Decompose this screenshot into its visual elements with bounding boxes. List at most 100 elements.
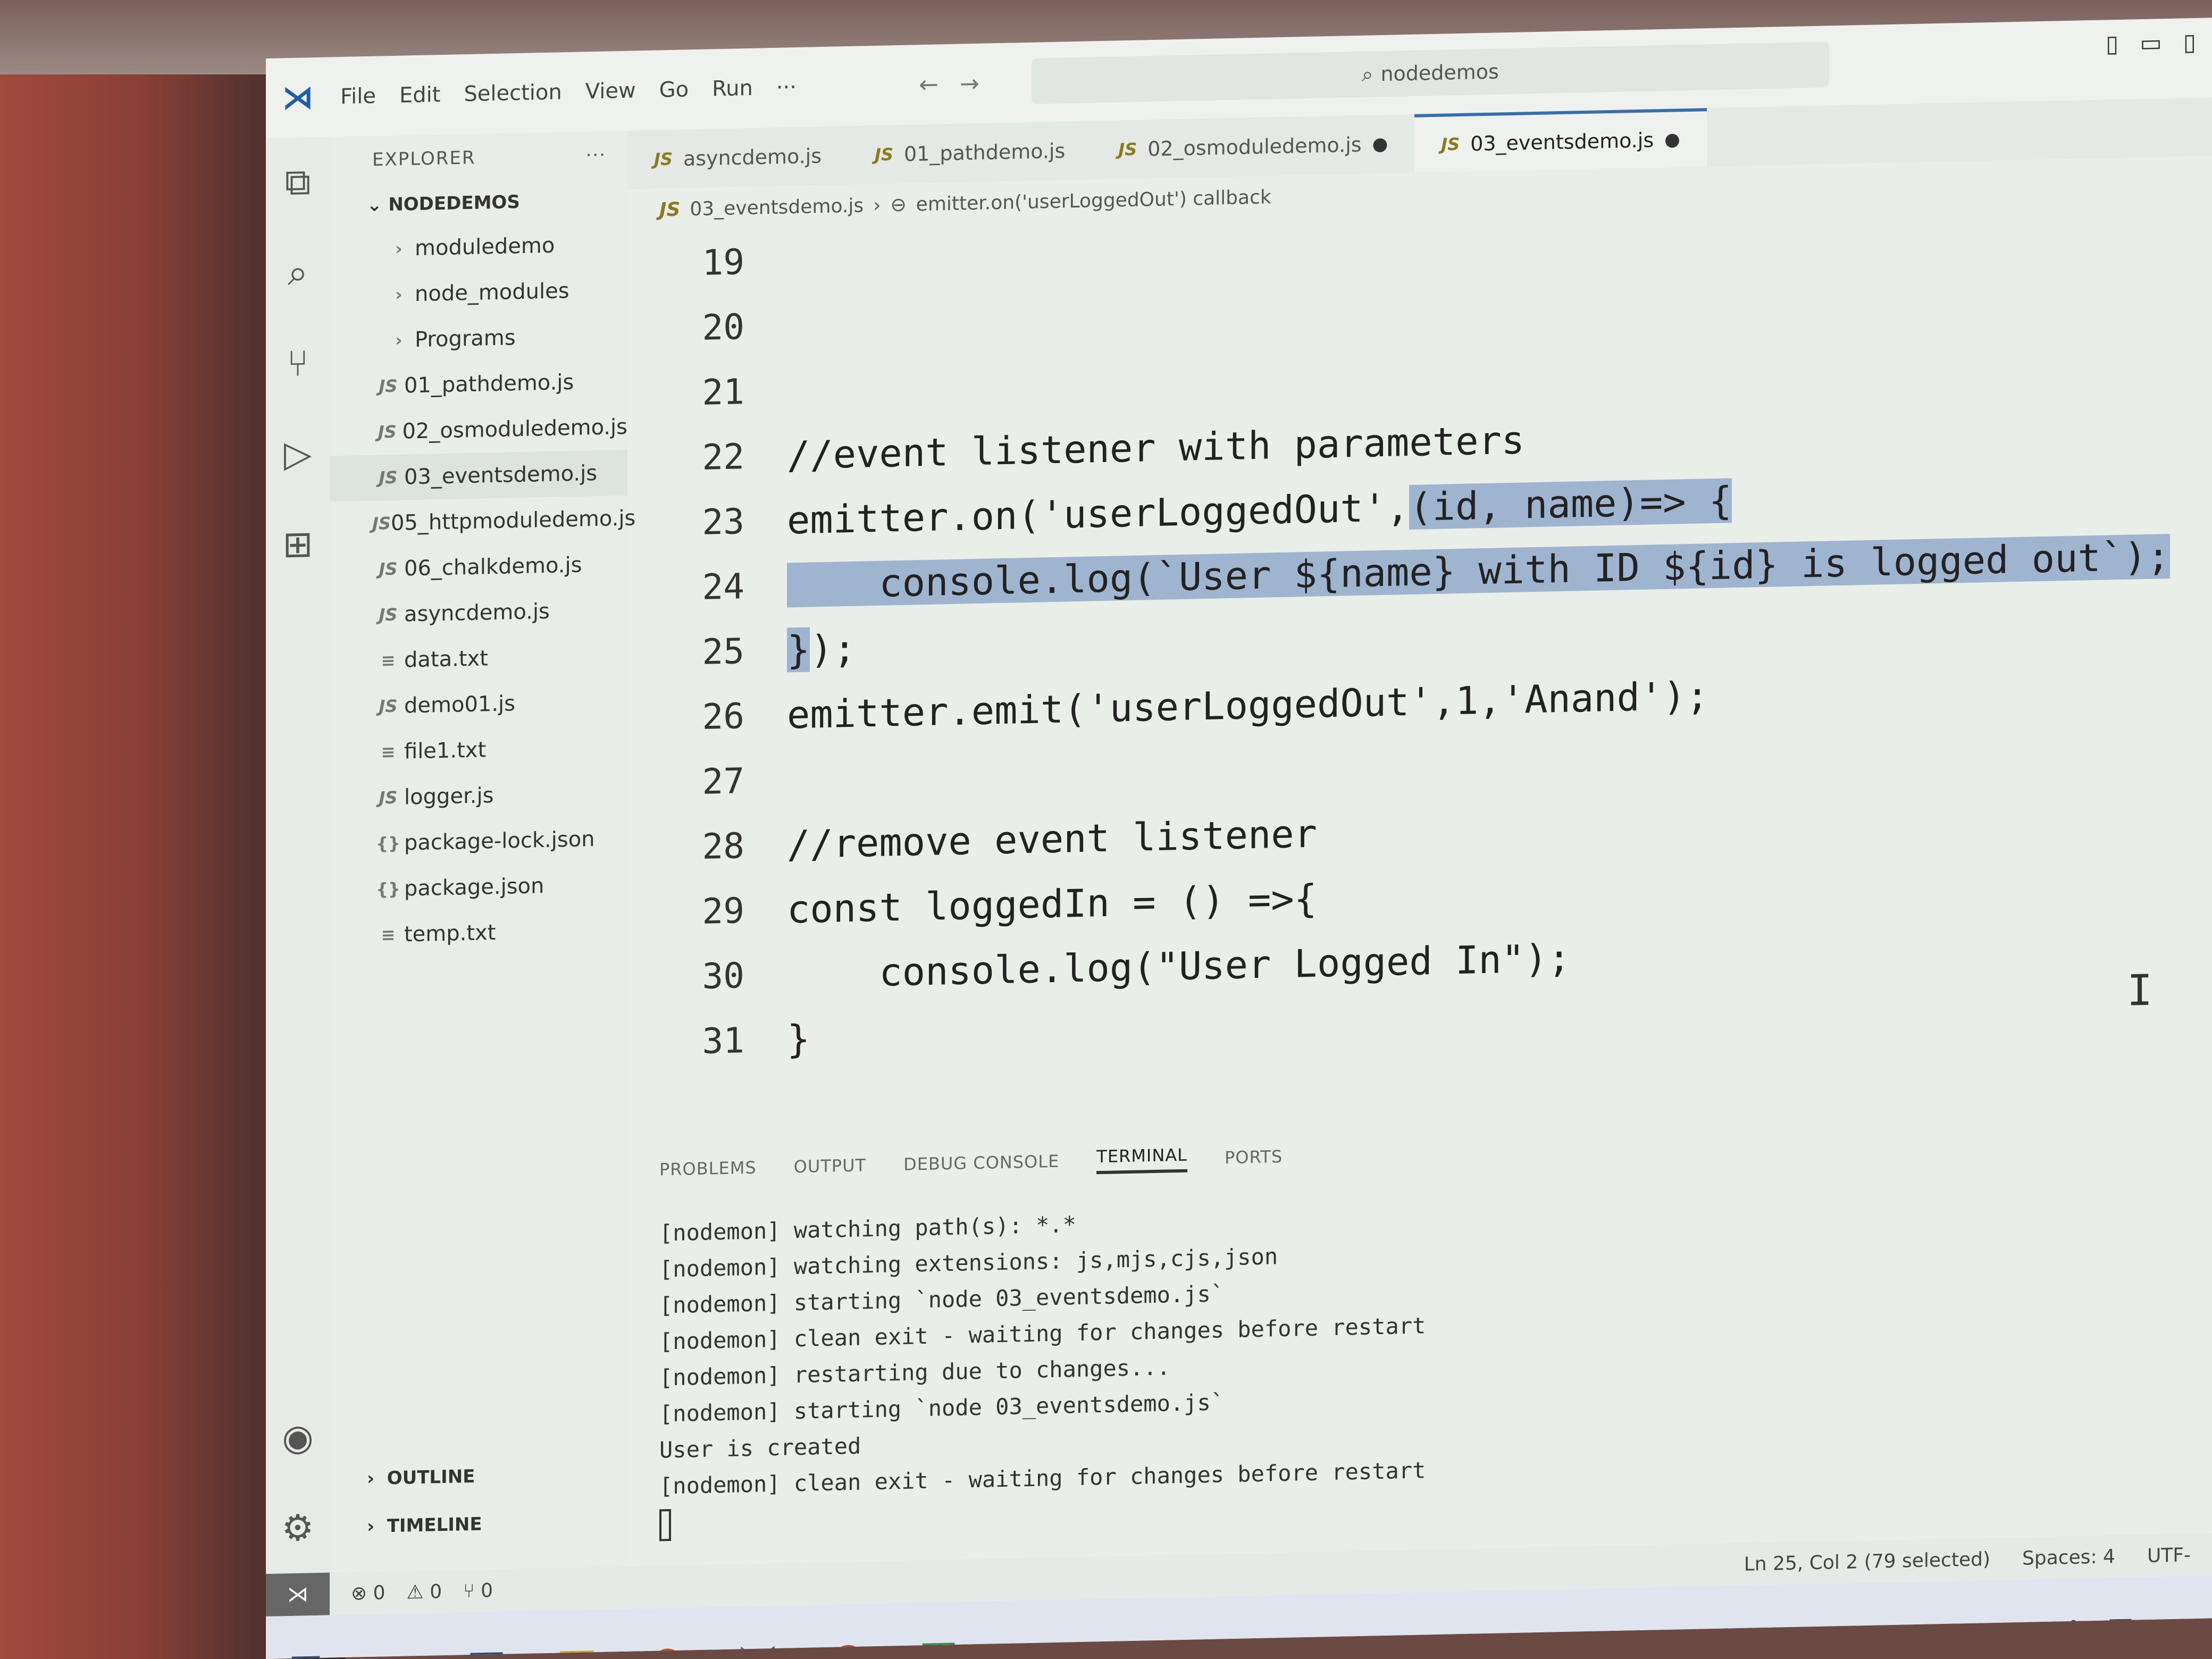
layout-controls: ▯ ▭ ▯ — [2106, 29, 2196, 58]
globe-icon[interactable]: ⊕ — [2155, 1612, 2180, 1647]
menu-view[interactable]: View — [585, 78, 636, 104]
js-file-icon: JS — [379, 604, 398, 625]
code-text: //event listener with parameters — [787, 417, 1525, 478]
explorer-more-button[interactable]: ··· — [586, 145, 606, 166]
extensions-icon[interactable]: ⊞ — [266, 498, 330, 590]
line-number: 26 — [702, 695, 744, 738]
tree-item[interactable]: JS 01_pathdemo.js — [330, 358, 627, 410]
terminal[interactable]: [nodemon] watching path(s): *.* [nodemon]… — [627, 1161, 2212, 1541]
menu-selection[interactable]: Selection — [464, 80, 562, 106]
outline-section[interactable]: › OUTLINE — [330, 1449, 627, 1504]
tree-item[interactable]: JS logger.js — [330, 770, 627, 822]
forward-arrow-icon[interactable]: → — [960, 70, 979, 97]
folder-header[interactable]: ⌄ NODEDEMOS — [330, 179, 627, 228]
tree-item[interactable]: JS 05_httpmoduledemo.js — [330, 496, 635, 548]
panel-tab-terminal[interactable]: TERMINAL — [1096, 1144, 1187, 1175]
search-icon: ⌕ — [1362, 62, 1373, 86]
menu-file[interactable]: File — [340, 84, 376, 109]
tree-item[interactable]: {} package-lock.json — [330, 816, 627, 868]
menu-run[interactable]: Run — [712, 76, 753, 102]
vscode-icon[interactable]: ⋊ — [728, 1629, 787, 1659]
start-icon[interactable]: ⊞ — [276, 1639, 335, 1659]
chevron-right-icon: › — [367, 1515, 387, 1538]
file-explorer-icon[interactable]: ▆ — [548, 1633, 606, 1659]
status-ports[interactable]: ⑂ 0 — [463, 1580, 493, 1602]
source-control-icon[interactable]: ⑂ — [266, 317, 330, 409]
tree-item[interactable]: JS 02_osmoduledemo.js — [330, 404, 627, 456]
tree-item[interactable]: ≡ file1.txt — [330, 724, 627, 776]
tab-03_eventsdemo-js[interactable]: JS 03_eventsdemo.js ● — [1414, 108, 1707, 173]
breadcrumb-file[interactable]: 03_eventsdemo.js — [690, 195, 864, 220]
menu-bar: File Edit Selection View Go Run ··· — [340, 75, 797, 109]
tree-item-label: 01_pathdemo.js — [404, 370, 574, 398]
panel-tab-debug-console[interactable]: DEBUG CONSOLE — [903, 1151, 1059, 1175]
code-text: //remove event listener — [787, 811, 1317, 867]
line-number: 22 — [702, 435, 744, 478]
command-center-search[interactable]: ⌕ nodedemos — [1032, 41, 1829, 104]
js-file-icon: JS — [875, 144, 893, 165]
tree-item[interactable]: › node_modules — [330, 267, 627, 319]
run-debug-icon[interactable]: ▷ — [266, 408, 330, 500]
tab-label: 01_pathdemo.js — [904, 139, 1066, 166]
panel-tab-problems[interactable]: PROBLEMS — [659, 1158, 757, 1180]
code-editor[interactable]: 19 20 21 22 //event listener with parameters… — [627, 198, 2212, 1146]
code-text: ); — [810, 626, 857, 672]
gear-icon[interactable]: ⚙ — [266, 1482, 330, 1574]
json-file-icon: {} — [376, 833, 400, 854]
text-cursor-icon: I — [2127, 965, 2153, 1016]
tree-item[interactable]: JS asyncdemo.js — [330, 587, 627, 639]
tree-item[interactable]: JS 03_eventsdemo.js — [330, 449, 627, 502]
tree-item-label: asyncdemo.js — [404, 599, 550, 627]
vscode-logo-icon: ⋊ — [282, 79, 314, 117]
search-icon[interactable]: ⌕ — [266, 227, 330, 319]
explorer-icon[interactable]: ⧉ — [266, 137, 330, 229]
status-indentation[interactable]: Spaces: 4 — [2022, 1546, 2115, 1570]
tree-item-label: Programs — [415, 325, 516, 353]
line-number: 31 — [702, 1019, 744, 1062]
breadcrumb-symbol[interactable]: emitter.on('userLoggedOut') callback — [916, 186, 1271, 215]
tree-item[interactable]: ≡ data.txt — [330, 633, 627, 685]
tree-item[interactable]: JS 06_chalkdemo.js — [330, 541, 627, 593]
chevron-right-icon: › — [367, 1468, 387, 1490]
app-icon[interactable]: ◐ — [819, 1628, 877, 1659]
menu-edit[interactable]: Edit — [399, 82, 440, 108]
toggle-secondary-sidebar-icon[interactable]: ▯ — [2183, 29, 2196, 56]
task-view-icon[interactable]: ▥ — [457, 1635, 516, 1659]
unsaved-dot-icon[interactable]: ● — [1372, 133, 1388, 155]
projected-screen: ⋊ File Edit Selection View Go Run ··· ← … — [266, 18, 2212, 1659]
tree-item[interactable]: JS demo01.js — [330, 678, 627, 731]
timeline-section[interactable]: › TIMELINE — [330, 1497, 627, 1552]
status-warnings[interactable]: ⚠ 0 — [407, 1581, 442, 1603]
search-icon[interactable]: ⌕ — [367, 1637, 425, 1659]
status-encoding[interactable]: UTF- — [2147, 1544, 2191, 1567]
js-file-icon: JS — [379, 696, 398, 717]
menu-more[interactable]: ··· — [776, 75, 797, 100]
tree-item[interactable]: › moduledemo — [330, 221, 627, 273]
status-errors[interactable]: ⊗ 0 — [351, 1582, 386, 1604]
app-icon[interactable]: ▤ — [909, 1626, 968, 1659]
tree-item[interactable]: {} package.json — [330, 861, 627, 914]
account-icon[interactable]: ◉ — [266, 1392, 330, 1484]
nav-arrows: ← → — [919, 70, 979, 98]
code-text: console.log("User Logged In"); — [787, 935, 1571, 997]
tree-item[interactable]: ≡ temp.txt — [330, 907, 627, 959]
chrome-icon[interactable]: ◎ — [638, 1631, 697, 1659]
toggle-sidebar-icon[interactable]: ▯ — [2106, 30, 2118, 58]
menu-go[interactable]: Go — [659, 77, 689, 102]
back-arrow-icon[interactable]: ← — [919, 71, 939, 98]
tab-01_pathdemo-js[interactable]: JS 01_pathdemo.js — [848, 121, 1092, 185]
tab-asyncdemo-js[interactable]: JS asyncdemo.js — [627, 126, 848, 189]
tab-label: asyncdemo.js — [683, 144, 822, 171]
unsaved-dot-icon[interactable]: ● — [1664, 129, 1680, 150]
tab-02_osmoduledemo-js[interactable]: JS 02_osmoduledemo.js ● — [1092, 114, 1414, 180]
network-icon[interactable]: ☰ — [2107, 1613, 2134, 1648]
chevron-up-icon[interactable]: ^ — [2061, 1614, 2086, 1649]
toggle-panel-icon[interactable]: ▭ — [2140, 29, 2162, 57]
folder-name: NODEDEMOS — [388, 191, 520, 216]
tree-item[interactable]: › Programs — [330, 313, 627, 365]
status-cursor-position[interactable]: Ln 25, Col 2 (79 selected) — [1744, 1548, 1990, 1576]
panel-tab-ports[interactable]: PORTS — [1225, 1146, 1283, 1168]
remote-indicator-icon[interactable]: ⋊ — [266, 1572, 330, 1616]
json-file-icon: {} — [376, 878, 400, 900]
panel-tab-output[interactable]: OUTPUT — [794, 1155, 866, 1177]
